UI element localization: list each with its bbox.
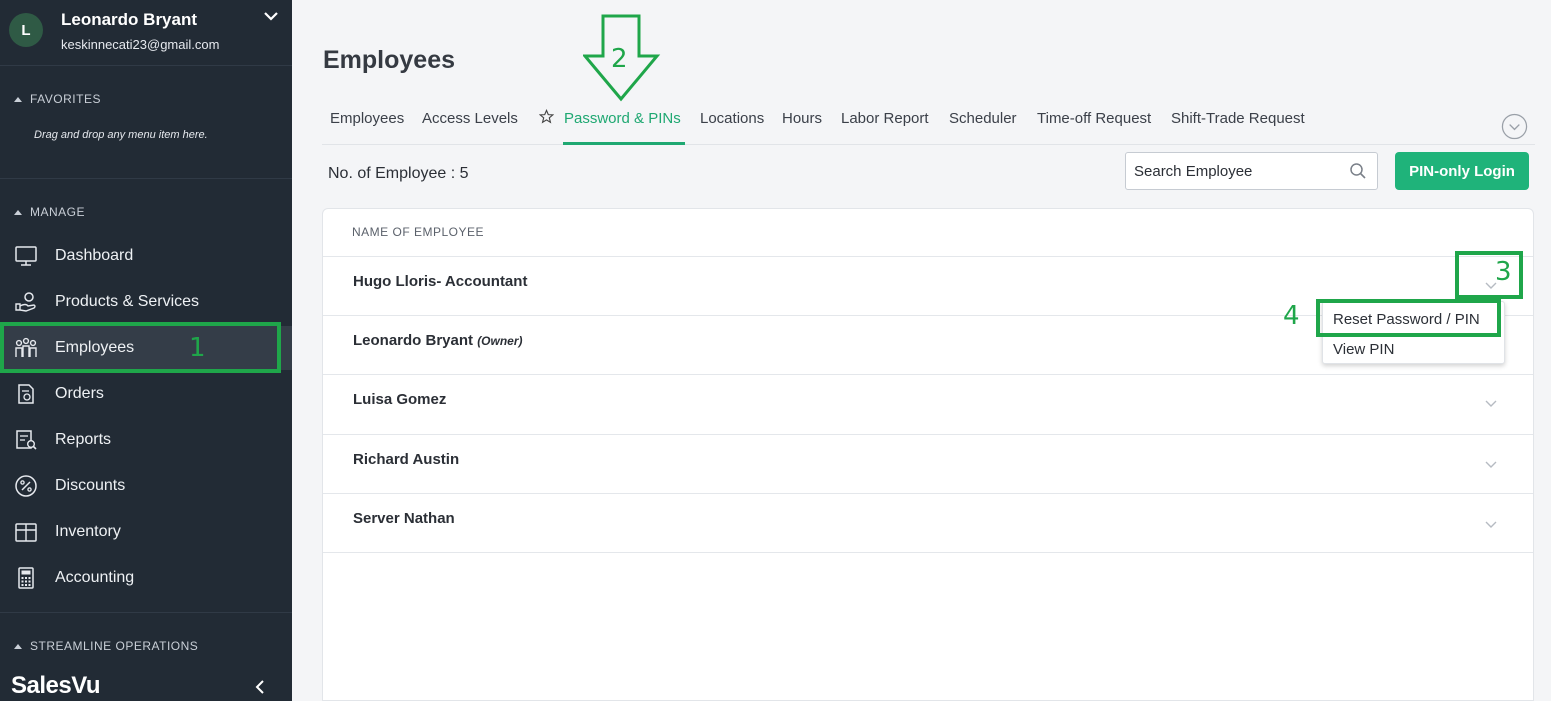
favorites-section-header[interactable]: FAVORITES [14, 92, 101, 106]
tab-bar: Employees Access Levels Password & PINs … [322, 100, 1535, 145]
sidebar-item-label: Accounting [55, 569, 135, 586]
table-divider [323, 552, 1533, 553]
streamline-label: STREAMLINE OPERATIONS [30, 639, 199, 653]
tab-access-levels[interactable]: Access Levels [422, 110, 518, 127]
pin-only-login-button[interactable]: PIN-only Login [1395, 152, 1529, 190]
page-title: Employees [323, 46, 456, 74]
annotation-number-1: 1 [189, 333, 206, 363]
favorites-label: FAVORITES [30, 92, 101, 106]
employee-count: No. of Employee : 5 [328, 165, 469, 182]
tab-password-pins[interactable]: Password & PINs [564, 110, 681, 127]
star-icon[interactable] [539, 109, 554, 124]
sidebar-item-accounting[interactable]: Accounting [0, 556, 292, 600]
view-pin-menu-item[interactable]: View PIN [1333, 341, 1394, 358]
user-email: keskinnecati23@gmail.com [61, 37, 220, 52]
annotation-number-2: 2 [611, 44, 628, 74]
tab-scheduler[interactable]: Scheduler [949, 110, 1017, 127]
collapse-triangle-icon [14, 96, 22, 102]
annotation-box-3 [1455, 251, 1523, 299]
sidebar-item-label: Reports [55, 431, 112, 448]
tab-hours[interactable]: Hours [782, 110, 822, 127]
chevron-down-icon[interactable] [1484, 399, 1498, 409]
streamline-section-header[interactable]: STREAMLINE OPERATIONS [14, 639, 198, 653]
user-name: Leonardo Bryant [61, 10, 198, 29]
tab-employees[interactable]: Employees [330, 110, 404, 127]
sidebar-item-inventory[interactable]: Inventory [0, 510, 292, 554]
employee-table: NAME OF EMPLOYEE Hugo Lloris- Accountant… [322, 208, 1534, 701]
manage-label: MANAGE [30, 205, 86, 219]
chevron-left-icon[interactable] [254, 679, 266, 695]
sidebar-item-label: Products & Services [55, 293, 200, 310]
annotation-box-4 [1316, 299, 1501, 337]
collapse-triangle-icon [14, 209, 22, 215]
chevron-down-icon[interactable] [1484, 460, 1498, 470]
employee-name: Hugo Lloris- Accountant [353, 273, 528, 290]
table-row[interactable]: Server Nathan [323, 493, 1533, 553]
avatar: L [9, 13, 43, 47]
sidebar-item-reports[interactable]: Reports [0, 418, 292, 462]
divider [0, 612, 292, 613]
divider [0, 178, 292, 179]
annotation-number-3: 3 [1495, 257, 1512, 287]
sidebar-item-label: Discounts [55, 477, 126, 494]
owner-tag: (Owner) [477, 334, 523, 348]
favorites-hint: Drag and drop any menu item here. [34, 129, 208, 141]
more-tabs-chevron-icon[interactable] [1501, 113, 1528, 140]
sidebar-item-label: Orders [55, 385, 104, 402]
chevron-down-icon[interactable] [262, 10, 280, 24]
products-icon [15, 292, 36, 312]
manage-section-header[interactable]: MANAGE [14, 205, 85, 219]
chevron-down-icon[interactable] [1484, 520, 1498, 530]
search-icon[interactable] [1349, 162, 1367, 180]
annotation-number-4: 4 [1283, 301, 1300, 331]
table-row[interactable]: Luisa Gomez [323, 374, 1533, 434]
tab-shift-trade-request[interactable]: Shift-Trade Request [1171, 110, 1305, 127]
calculator-icon [18, 567, 34, 589]
sidebar-item-orders[interactable]: Orders [0, 372, 292, 416]
active-tab-indicator [563, 142, 685, 145]
sidebar-item-label: Dashboard [55, 247, 134, 264]
employee-name: Luisa Gomez [353, 391, 447, 408]
sidebar-item-dashboard[interactable]: Dashboard [0, 234, 292, 278]
collapse-triangle-icon [14, 643, 22, 649]
sidebar-item-discounts[interactable]: Discounts [0, 464, 292, 508]
tab-time-off-request[interactable]: Time-off Request [1037, 110, 1151, 127]
tab-labor-report[interactable]: Labor Report [841, 110, 929, 127]
monitor-icon [15, 246, 37, 266]
tab-locations[interactable]: Locations [700, 110, 764, 127]
sidebar-item-products-services[interactable]: Products & Services [0, 280, 292, 324]
employee-name: Richard Austin [353, 451, 460, 468]
brand-logo: SalesVu [11, 672, 101, 699]
user-profile[interactable]: L Leonardo Bryant keskinnecati23@gmail.c… [0, 0, 292, 66]
search-input[interactable] [1134, 161, 1334, 181]
reports-icon [16, 430, 37, 450]
table-row[interactable]: Richard Austin [323, 434, 1533, 494]
search-box [1125, 152, 1378, 190]
inventory-icon [15, 523, 37, 542]
column-header-name: NAME OF EMPLOYEE [352, 225, 485, 239]
employee-name: Server Nathan [353, 510, 455, 527]
employee-name: Leonardo Bryant (Owner) [353, 332, 523, 349]
sidebar-item-label: Inventory [55, 523, 121, 540]
annotation-box-1 [0, 322, 281, 373]
orders-icon [18, 384, 34, 404]
percent-icon [15, 475, 37, 497]
